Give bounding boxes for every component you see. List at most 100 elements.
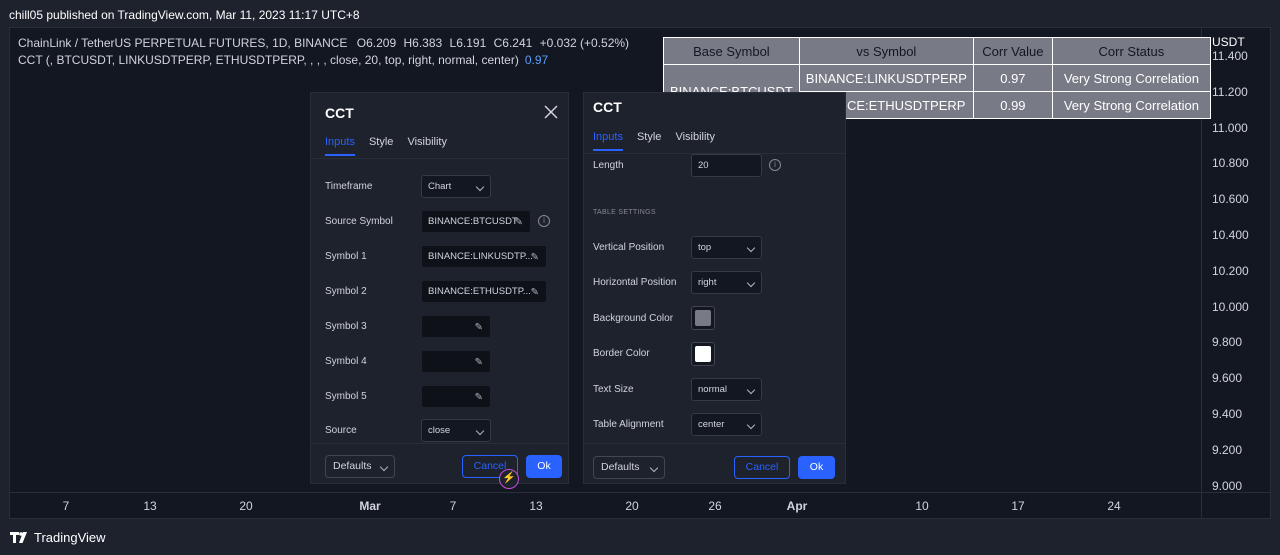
corr-value-cell: 0.99	[972, 91, 1053, 119]
tradingview-logo[interactable]: TradingView	[10, 530, 106, 545]
symbol5-field[interactable]: ✎	[421, 385, 491, 408]
chevron-down-icon	[475, 426, 485, 436]
symbol4-label: Symbol 4	[325, 356, 367, 367]
indicator-value: 0.97	[524, 53, 549, 67]
dialog-title: CCT	[325, 105, 354, 121]
chevron-down-icon	[746, 385, 756, 395]
symbol2-field[interactable]: BINANCE:ETHUSDTP... ✎	[421, 280, 547, 303]
time-axis-divider	[9, 492, 1271, 493]
defaults-label: Defaults	[601, 461, 640, 473]
ok-button[interactable]: Ok	[526, 455, 562, 478]
length-input[interactable]: 20	[691, 154, 762, 177]
border-color-fill	[695, 346, 711, 362]
pencil-icon: ✎	[530, 287, 539, 298]
tab-inputs[interactable]: Inputs	[325, 136, 355, 156]
tab-inputs[interactable]: Inputs	[593, 131, 623, 151]
lightning-icon[interactable]: ⚡	[499, 469, 519, 489]
price-tick-label: 9.200	[1212, 442, 1243, 457]
background-color-fill	[695, 310, 711, 326]
symbol3-label: Symbol 3	[325, 321, 367, 332]
chevron-down-icon	[379, 462, 389, 472]
defaults-button[interactable]: Defaults	[325, 455, 395, 478]
low-value: 6.191	[456, 36, 487, 50]
source-label: Source	[325, 425, 357, 436]
defaults-label: Defaults	[333, 460, 372, 472]
length-label: Length	[593, 160, 624, 171]
price-tick-label: 10.800	[1212, 156, 1249, 171]
time-tick-label: 7	[62, 499, 70, 513]
table-alignment-select[interactable]: center	[691, 413, 762, 436]
horizontal-position-value: right	[698, 277, 717, 288]
symbol3-field[interactable]: ✎	[421, 315, 491, 338]
pencil-icon: ✎	[530, 252, 539, 263]
pencil-icon: ✎	[514, 217, 523, 228]
corr-value-cell: 0.97	[972, 64, 1053, 92]
corr-status-cell: Very Strong Correlation	[1051, 64, 1211, 92]
source-symbol-field[interactable]: BINANCE:BTCUSDT ✎	[421, 210, 531, 233]
source-symbol-label: Source Symbol	[325, 216, 393, 227]
defaults-button[interactable]: Defaults	[593, 456, 665, 479]
text-size-label: Text Size	[593, 384, 634, 395]
close-icon[interactable]	[543, 104, 559, 120]
ok-button[interactable]: Ok	[798, 456, 835, 479]
close-label: C	[493, 36, 503, 50]
tab-style[interactable]: Style	[369, 136, 393, 155]
cancel-button[interactable]: Cancel	[734, 456, 790, 479]
indicator-legend[interactable]: CCT (, BTCUSDT, LINKUSDTPERP, ETHUSDTPER…	[18, 53, 548, 67]
footer-divider	[584, 443, 845, 444]
border-color-swatch[interactable]	[691, 342, 715, 366]
footer-bar: TradingView	[0, 519, 1280, 555]
info-icon[interactable]: i	[769, 159, 781, 171]
time-tick-label: 20	[239, 499, 253, 513]
background-color-swatch[interactable]	[691, 306, 715, 330]
pencil-icon: ✎	[474, 392, 483, 403]
horizontal-position-select[interactable]: right	[691, 271, 762, 294]
header-corr-value: Corr Value	[972, 37, 1053, 65]
symbol1-value: BINANCE:LINKUSDTP...	[428, 251, 533, 262]
symbol4-field[interactable]: ✎	[421, 350, 491, 373]
high-label: H	[403, 36, 413, 50]
time-tick-label: 13	[529, 499, 543, 513]
section-heading: TABLE SETTINGS	[593, 209, 656, 216]
timeframe-select[interactable]: Chart	[421, 175, 491, 198]
close-value: 6.241	[502, 36, 533, 50]
tab-visibility[interactable]: Visibility	[407, 136, 447, 155]
table-alignment-label: Table Alignment	[593, 419, 664, 430]
tab-visibility[interactable]: Visibility	[675, 131, 715, 150]
price-tick-label: 10.000	[1212, 299, 1249, 314]
brand-name: TradingView	[34, 530, 106, 545]
symbol-name: ChainLink / TetherUS PERPETUAL FUTURES, …	[18, 36, 348, 50]
price-tick-label: 10.200	[1212, 263, 1249, 278]
symbol1-field[interactable]: BINANCE:LINKUSDTP... ✎	[421, 245, 547, 268]
length-value: 20	[698, 160, 709, 171]
symbol2-label: Symbol 2	[325, 286, 367, 297]
text-size-select[interactable]: normal	[691, 378, 762, 401]
chevron-down-icon	[746, 278, 756, 288]
corr-status-cell: Very Strong Correlation	[1051, 91, 1211, 119]
vertical-position-value: top	[698, 242, 712, 253]
high-value: 6.383	[412, 36, 443, 50]
vertical-position-select[interactable]: top	[691, 236, 762, 259]
text-size-value: normal	[698, 384, 728, 395]
chevron-down-icon	[746, 243, 756, 253]
horizontal-position-label: Horizontal Position	[593, 277, 677, 288]
info-icon[interactable]: i	[538, 215, 550, 227]
publish-bar: chill05 published on TradingView.com, Ma…	[0, 0, 1280, 28]
source-symbol-value: BINANCE:BTCUSDT	[428, 216, 518, 227]
chevron-down-icon	[475, 182, 485, 192]
settings-dialog-inputs: CCT Inputs Style Visibility Timeframe Ch…	[310, 92, 569, 484]
tab-style[interactable]: Style	[637, 131, 661, 150]
chevron-down-icon	[649, 463, 659, 473]
indicator-name: CCT (, BTCUSDT, LINKUSDTPERP, ETHUSDTPER…	[18, 53, 519, 67]
open-label: O	[356, 36, 367, 50]
timeframe-value: Chart	[428, 181, 452, 192]
price-tick-label: 10.600	[1212, 192, 1249, 207]
tradingview-logo-icon	[10, 532, 27, 543]
vertical-position-label: Vertical Position	[593, 242, 665, 253]
background-color-label: Background Color	[593, 313, 674, 324]
price-tick-label: 9.000	[1212, 478, 1243, 493]
source-select[interactable]: close	[421, 419, 491, 442]
chevron-down-icon	[746, 420, 756, 430]
time-tick-label: 7	[449, 499, 457, 513]
price-tick-label: 11.400	[1212, 49, 1248, 63]
